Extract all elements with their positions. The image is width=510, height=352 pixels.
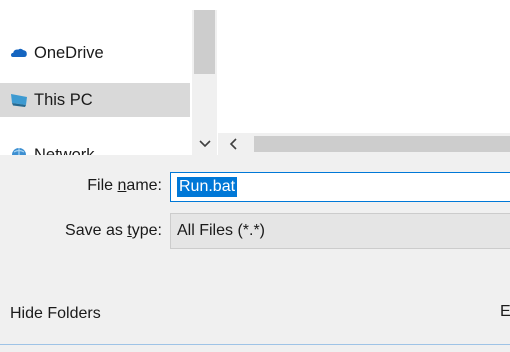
nav-item-this-pc[interactable]: This PC xyxy=(0,83,190,117)
save-as-type-label: Save as type: xyxy=(65,222,162,239)
scroll-down-arrow-icon[interactable] xyxy=(192,135,217,153)
nav-item-onedrive[interactable]: OneDrive xyxy=(0,36,190,70)
nav-item-label: OneDrive xyxy=(34,43,104,62)
hide-folders-button[interactable]: Hide Folders xyxy=(10,305,101,323)
file-name-input[interactable]: Run.bat xyxy=(170,172,510,202)
nav-item-label: Network xyxy=(34,145,95,156)
file-name-label: File name: xyxy=(87,177,162,194)
scrollbar-thumb[interactable] xyxy=(254,136,510,152)
nav-item-network[interactable]: Network xyxy=(0,138,190,155)
browser-area: OneDrive This PC Network xyxy=(0,0,510,155)
computer-icon xyxy=(10,91,28,109)
navigation-vertical-scrollbar[interactable] xyxy=(192,10,217,155)
nav-item-label: This PC xyxy=(34,90,93,109)
scrollbar-thumb[interactable] xyxy=(194,10,215,74)
file-name-selected-text: Run.bat xyxy=(177,177,238,197)
scroll-left-arrow-icon[interactable] xyxy=(224,135,242,153)
save-as-type-select[interactable]: All Files (*.*) xyxy=(170,213,510,249)
file-list-pane[interactable] xyxy=(218,0,510,155)
cloud-icon xyxy=(10,44,28,62)
navigation-pane: OneDrive This PC Network xyxy=(0,0,218,155)
divider xyxy=(0,344,510,345)
network-icon xyxy=(10,146,28,155)
save-as-type-value: All Files (*.*) xyxy=(177,222,266,239)
cut-off-button-label[interactable]: E xyxy=(500,303,510,321)
file-list-horizontal-scrollbar[interactable] xyxy=(218,133,510,155)
